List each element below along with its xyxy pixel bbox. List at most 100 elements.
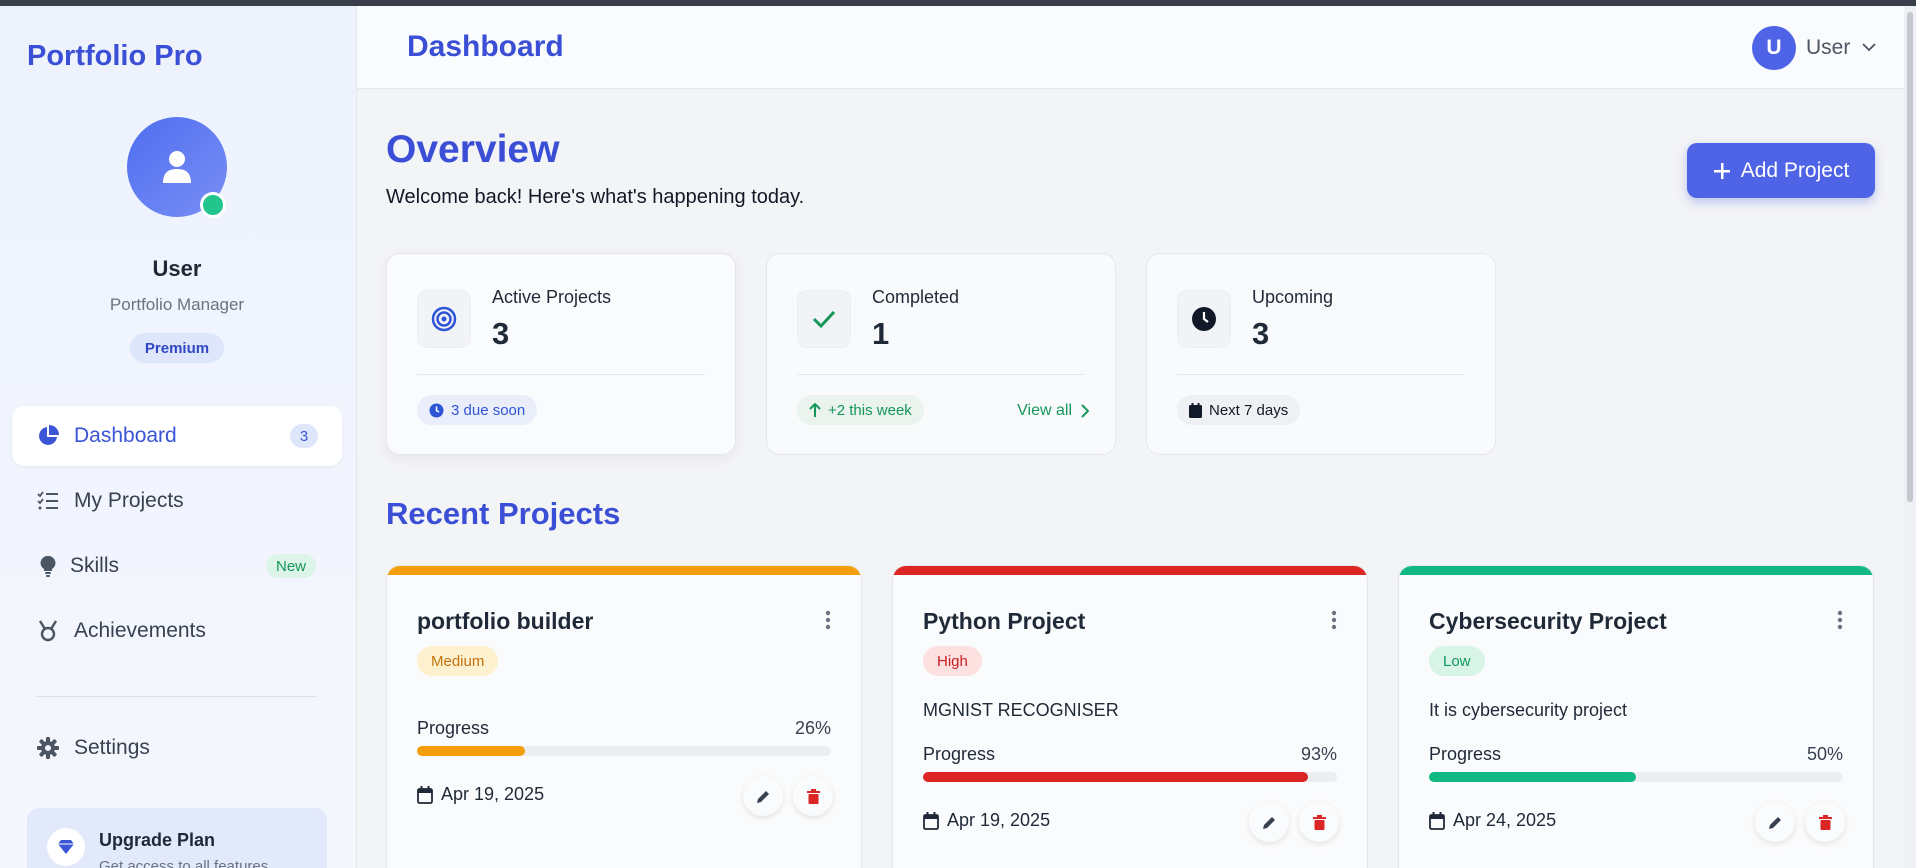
progress-track [417,746,831,756]
stat-divider [797,374,1085,375]
dashboard-count-badge: 3 [290,424,318,448]
chevron-right-icon [1081,404,1089,418]
scrollbar-thumb[interactable] [1907,12,1913,502]
priority-badge: High [923,646,982,676]
sidebar-item-achievements[interactable]: Achievements [12,601,342,661]
stat-value: 3 [492,316,510,351]
sidebar-item-label: Achievements [74,619,206,642]
view-all-label: View all [1017,402,1072,419]
stat-card-completed[interactable]: Completed 1 +2 this week View all [766,253,1116,455]
next-days-chip: Next 7 days [1177,395,1301,425]
sidebar: Portfolio Pro User Portfolio Manager Pre… [0,6,357,868]
progress-percent: 50% [1806,744,1843,764]
header-avatar[interactable]: U [1752,26,1796,70]
progress-fill [923,772,1309,782]
sidebar-item-skills[interactable]: Skills New [12,536,342,596]
target-icon [417,290,471,348]
gear-icon [36,736,60,760]
trash-icon [1818,814,1832,830]
sidebar-item-label: My Projects [74,489,184,512]
delete-button[interactable] [1805,802,1845,842]
chevron-down-icon[interactable] [1862,42,1876,52]
header-user-menu[interactable]: User [1806,36,1850,60]
progress-fill [417,746,525,756]
trash-icon [1312,814,1326,830]
premium-badge: Premium [130,333,224,363]
chip-text: 3 due soon [451,401,526,419]
sidebar-item-settings[interactable]: Settings [12,718,342,778]
progress-percent: 26% [794,718,831,738]
plus-icon [1713,162,1730,179]
user-icon [163,151,191,183]
chip-text: Next 7 days [1209,401,1289,419]
sidebar-item-my-projects[interactable]: My Projects [12,471,342,531]
top-header: Dashboard U User [357,6,1904,89]
trash-icon [806,788,820,804]
stat-divider [417,374,705,375]
project-card-python-project[interactable]: Python Project High MGNIST RECOGNISER Pr… [892,565,1368,868]
stat-label: Completed [872,287,960,307]
task-list-icon [36,489,60,513]
stat-label: Upcoming [1252,287,1334,307]
project-card-portfolio-builder[interactable]: portfolio builder Medium Progress 26% Ap… [386,565,862,868]
calendar-icon [1429,811,1445,830]
priority-badge: Medium [417,646,499,676]
progress-percent: 93% [1300,744,1337,764]
sidebar-item-dashboard[interactable]: Dashboard 3 [12,406,342,466]
page-scrollbar[interactable] [1904,6,1916,868]
calendar-icon [923,811,939,830]
edit-button[interactable] [1755,802,1795,842]
clock-icon [1177,290,1231,348]
due-date-text: Apr 19, 2025 [441,784,545,804]
stat-card-upcoming[interactable]: Upcoming 3 Next 7 days [1146,253,1496,455]
project-description: It is cybersecurity project [1429,700,1628,720]
upgrade-plan-card[interactable]: Upgrade Plan Get access to all features [27,808,327,868]
arrow-up-icon [809,402,821,417]
add-project-button[interactable]: Add Project [1687,143,1875,198]
project-description: MGNIST RECOGNISER [923,700,1119,720]
delete-button[interactable] [793,776,833,816]
recent-projects-heading: Recent Projects [386,496,621,531]
pencil-icon [756,790,769,803]
progress-fill [1429,772,1636,782]
sidebar-item-label: Dashboard [74,424,177,447]
overview-subtitle: Welcome back! Here's what's happening to… [386,186,805,208]
progress-label: Progress [923,744,996,764]
pencil-icon [1768,816,1781,829]
edit-button[interactable] [1249,802,1289,842]
delete-button[interactable] [1299,802,1339,842]
upgrade-subtitle: Get access to all features [99,858,269,868]
progress-label: Progress [1429,744,1502,764]
priority-badge: Low [1429,646,1485,676]
stat-value: 1 [872,316,890,351]
pie-chart-icon [36,424,60,448]
stat-card-active-projects[interactable]: Active Projects 3 3 due soon [386,253,736,455]
medal-icon [36,619,60,643]
overview-heading: Overview [386,128,560,171]
brand-logo[interactable]: Portfolio Pro [27,40,203,73]
page-title: Dashboard [407,30,564,63]
progress-track [1429,772,1843,782]
diamond-icon [47,828,85,866]
pencil-icon [1262,816,1275,829]
clock-icon [429,403,444,417]
priority-bar [893,566,1367,575]
edit-button[interactable] [743,776,783,816]
more-vertical-icon[interactable] [1331,610,1337,630]
check-icon [797,290,851,348]
more-vertical-icon[interactable] [825,610,831,630]
more-vertical-icon[interactable] [1837,610,1843,630]
profile-name: User [152,256,202,281]
due-date: Apr 19, 2025 [923,810,1050,831]
view-all-link[interactable]: View all [1017,402,1089,420]
project-card-cybersecurity-project[interactable]: Cybersecurity Project Low It is cybersec… [1398,565,1874,868]
due-date-text: Apr 24, 2025 [1453,810,1557,830]
project-title: Cybersecurity Project [1429,608,1667,634]
stat-label: Active Projects [492,287,612,307]
progress-label: Progress [417,718,490,738]
due-date: Apr 19, 2025 [417,784,544,805]
profile-role: Portfolio Manager [109,295,245,314]
this-week-chip: +2 this week [797,395,924,425]
priority-bar [1399,566,1873,575]
online-status-dot [200,192,226,218]
